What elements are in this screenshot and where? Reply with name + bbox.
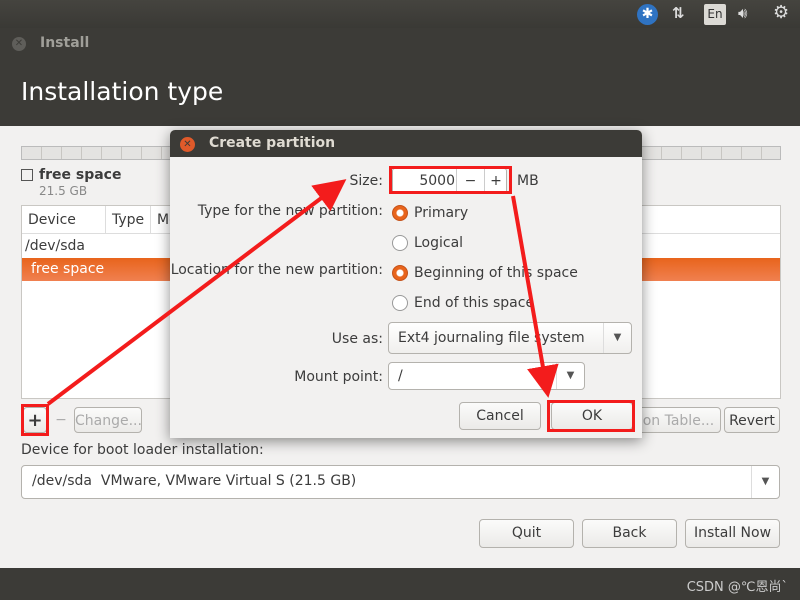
arrow-to-ok: [511, 195, 559, 398]
arrow-to-size: [46, 179, 347, 406]
annotation-arrows: [46, 179, 559, 406]
